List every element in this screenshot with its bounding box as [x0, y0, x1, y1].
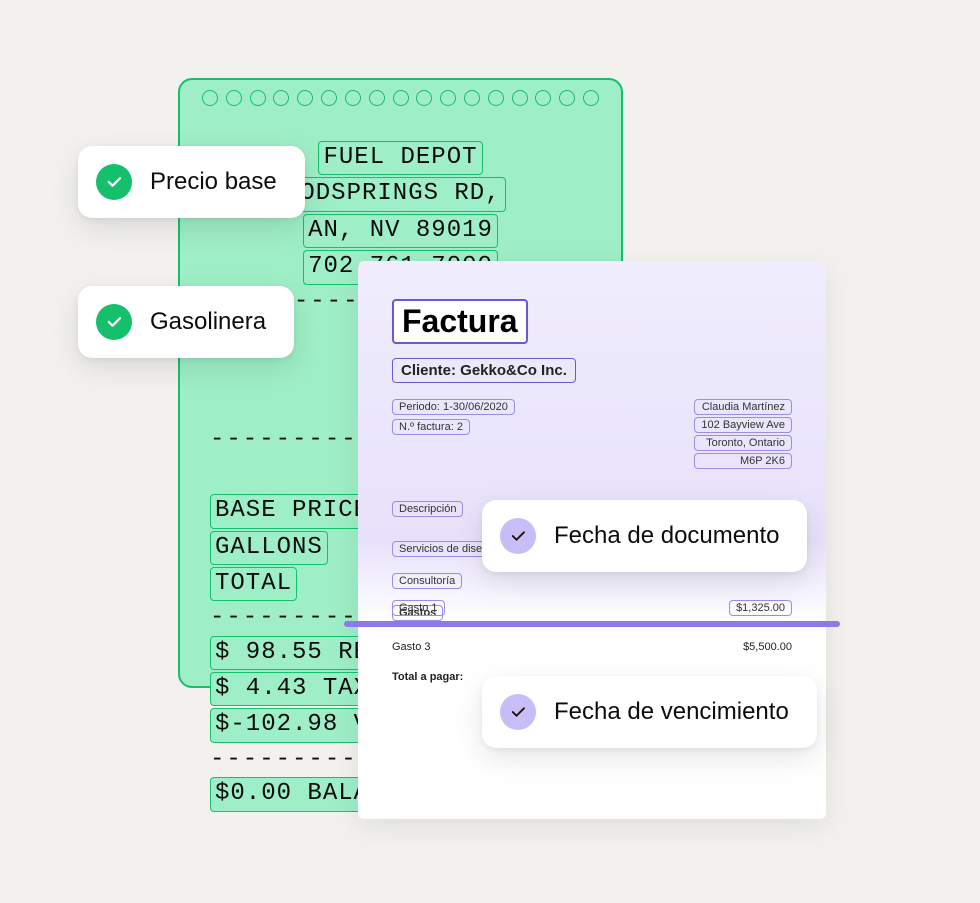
chip-label: Precio base [150, 168, 277, 196]
invoice-expense-3: Gasto 3 [392, 641, 431, 653]
invoice-title: Factura [392, 299, 528, 344]
invoice-contact-city: Toronto, Ontario [694, 435, 792, 451]
feature-chip-precio-base: Precio base [78, 146, 305, 218]
receipt-perforation [202, 90, 599, 106]
invoice-expense-1-amount: $1,325.00 [729, 600, 792, 616]
invoice-expense-3-amount: $5,500.00 [743, 641, 792, 653]
check-icon [500, 694, 536, 730]
feature-chip-fecha-vencimiento: Fecha de vencimiento [482, 676, 817, 748]
check-icon [500, 518, 536, 554]
check-icon [96, 304, 132, 340]
invoice-client: Cliente: Gekko&Co Inc. [392, 358, 576, 383]
invoice-period: Periodo: 1-30/06/2020 [392, 399, 515, 415]
chip-label: Fecha de vencimiento [554, 698, 789, 726]
receipt-address-line2: AN, NV 89019 [303, 214, 498, 248]
receipt-base-price-label: BASE PRICE [210, 494, 374, 528]
check-icon [96, 164, 132, 200]
invoice-contact-address: 102 Bayview Ave [694, 417, 792, 433]
receipt-merchant-name: FUEL DEPOT [318, 141, 482, 175]
receipt-address-line1: ODSPRINGS RD, [295, 177, 505, 211]
invoice-row-consulting: Consultoría [392, 573, 462, 589]
receipt-gallons-label: GALLONS [210, 531, 328, 565]
feature-chip-fecha-documento: Fecha de documento [482, 500, 807, 572]
invoice-contact-postal: M6P 2K6 [694, 453, 792, 469]
invoice-expense-1: Gasto 1 [392, 600, 445, 616]
chip-label: Gasolinera [150, 308, 266, 336]
invoice-col-description: Descripción [392, 501, 463, 517]
invoice-contact-name: Claudia Martínez [694, 399, 792, 415]
invoice-scan-progress-bar [344, 621, 840, 627]
receipt-line-tax: $ 4.43 TAX [210, 672, 374, 706]
invoice-number: N.º factura: 2 [392, 419, 470, 435]
feature-chip-gasolinera: Gasolinera [78, 286, 294, 358]
receipt-total-label: TOTAL [210, 567, 297, 601]
chip-label: Fecha de documento [554, 522, 779, 550]
